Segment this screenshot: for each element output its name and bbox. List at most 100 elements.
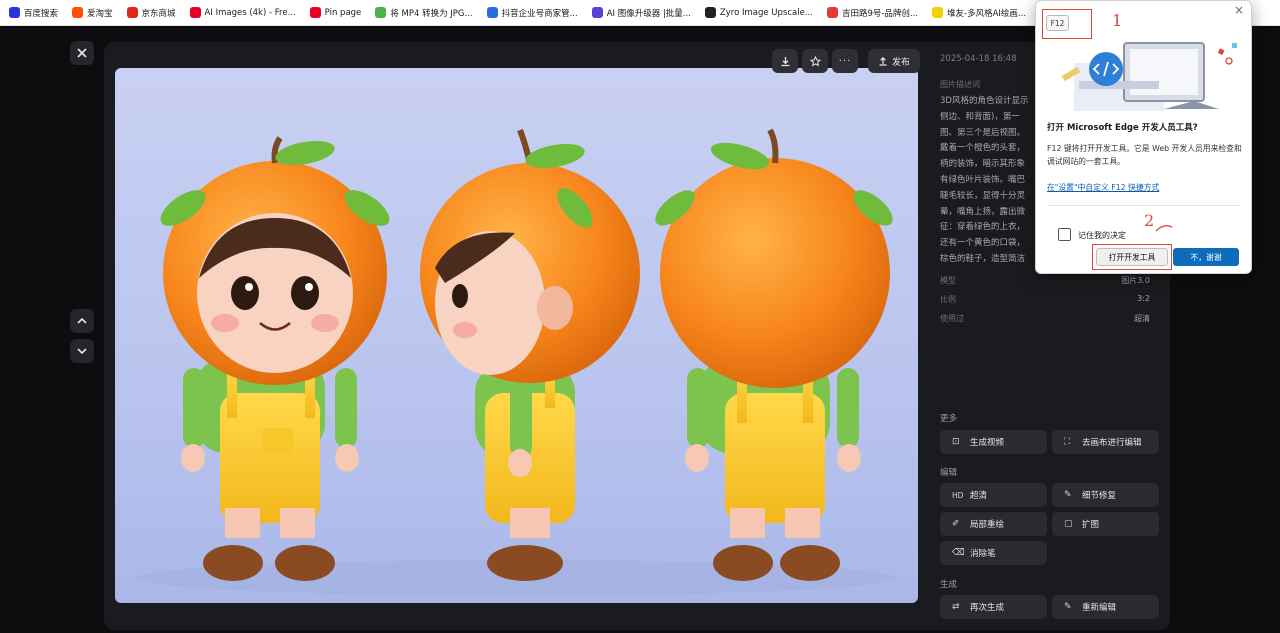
detail-repair-label: 细节修复 [1082, 491, 1117, 501]
customize-shortcut-link[interactable]: 在"设置"中自定义 F12 快捷方式 [1047, 182, 1159, 193]
expand-button[interactable]: ▢ 扩图 [1052, 512, 1159, 536]
bookmark-label: 吉田路9号-品牌创... [841, 8, 919, 19]
bookmark-label: 爱淘宝 [87, 8, 113, 19]
annotation-number-1: 1 [1112, 11, 1123, 30]
video-icon: ⊡ [952, 437, 960, 447]
bookmark-item[interactable]: 堆友-多风格AI绘画... [927, 2, 1031, 24]
remember-decision-checkbox[interactable] [1058, 228, 1071, 241]
used-value: 超清 [1134, 314, 1150, 323]
dialog-title: 打开 Microsoft Edge 开发人员工具? [1047, 123, 1198, 133]
model-row: 模型 图片3.0 [940, 275, 1150, 286]
bookmark-label: AI 图像升级器 |批量... [606, 8, 691, 19]
bookmark-label: Pin page [324, 7, 362, 18]
hd-button[interactable]: HD 超清 [940, 483, 1047, 507]
canvas-icon: ⛶ [1064, 437, 1071, 447]
bookmark-item[interactable]: 爱淘宝 [67, 2, 118, 24]
jd-icon [126, 7, 138, 18]
eraser-button[interactable]: ⌫ 消除笔 [940, 541, 1047, 565]
more-icon: ··· [838, 55, 852, 67]
bookmark-label: 堆友-多风格AI绘画... [947, 8, 1027, 19]
annotation-number-2: 2 [1144, 211, 1155, 230]
upscaler-icon [591, 7, 603, 18]
star-icon [809, 55, 821, 66]
used-label: 使用过 [940, 314, 964, 323]
model-value: 图片3.0 [1121, 276, 1150, 285]
zyro-icon [704, 7, 716, 18]
regenerate-label: 再次生成 [970, 603, 1005, 613]
chevron-up-icon [77, 317, 87, 324]
upload-icon [879, 56, 887, 66]
description-label: 图片描述词 [940, 80, 980, 89]
inpaint-button[interactable]: ✐ 局部重绘 [940, 512, 1047, 536]
regenerate-icon: ⇄ [952, 602, 960, 612]
edit-on-canvas-label: 去画布进行编辑 [1082, 438, 1142, 448]
no-thanks-button[interactable]: 不，谢谢 [1173, 248, 1239, 266]
more-button[interactable]: ··· [832, 49, 858, 73]
chevron-down-icon [77, 348, 87, 355]
generate-video-button[interactable]: ⊡ 生成视频 [940, 430, 1047, 454]
close-icon [77, 48, 87, 58]
generate-video-label: 生成视频 [970, 438, 1005, 448]
bookmark-item[interactable]: 京东商城 [122, 2, 181, 24]
expand-icon: ▢ [1064, 519, 1073, 529]
more-section-title: 更多 [940, 414, 958, 424]
next-image-button[interactable] [70, 339, 94, 363]
download-icon [781, 56, 789, 66]
dialog-body: F12 键将打开开发工具。它是 Web 开发人员用来检查和调试网站的一套工具。 [1047, 144, 1242, 166]
generated-image[interactable] [115, 68, 918, 603]
convert-icon [375, 7, 387, 18]
bookmark-label: AI Images (4k) - Fre... [204, 7, 296, 18]
bookmark-label: Zyro Image Upscale... [719, 7, 813, 18]
bookmark-item[interactable]: AI Images (4k) - Fre... [185, 2, 301, 24]
ratio-value: 3:2 [1137, 294, 1150, 303]
eraser-label: 消除笔 [970, 549, 996, 559]
bookmark-item[interactable]: AI 图像升级器 |批量... [587, 2, 696, 24]
regenerate-button[interactable]: ⇄ 再次生成 [940, 595, 1047, 619]
ratio-label: 比例 [940, 295, 956, 304]
inpaint-icon: ✐ [952, 519, 960, 529]
publish-button[interactable]: 发布 [868, 49, 920, 73]
generate-section-title: 生成 [940, 580, 958, 590]
taobao-icon [72, 7, 84, 18]
bookmark-item[interactable]: 抖音企业号商家管... [482, 2, 583, 24]
publish-label: 发布 [891, 57, 910, 68]
brush-icon: ✎ [1064, 490, 1072, 500]
edit-section-title: 编辑 [940, 468, 958, 478]
edit-on-canvas-button[interactable]: ⛶ 去画布进行编辑 [1052, 430, 1159, 454]
edit-icon: ✎ [1064, 602, 1072, 612]
ratio-row: 比例 3:2 [940, 294, 1150, 305]
bookmark-item[interactable]: Pin page [305, 2, 367, 24]
bookmark-item[interactable]: Zyro Image Upscale... [700, 2, 818, 24]
bookmark-item[interactable]: 百度搜索 [4, 2, 63, 24]
pin-icon [826, 7, 838, 18]
expand-label: 扩图 [1082, 520, 1100, 530]
bookmark-label: 将 MP4 转换为 JPG... [390, 8, 473, 19]
detail-repair-button[interactable]: ✎ 细节修复 [1052, 483, 1159, 507]
devtools-dialog: × F12 1 打开 Microsoft Edge 开发人员工具? F12 键将… [1035, 0, 1252, 274]
favorite-button[interactable] [802, 49, 828, 73]
bookmark-item[interactable]: 将 MP4 转换为 JPG... [370, 2, 477, 24]
duiyou-icon [932, 7, 944, 18]
pinterest-icon [189, 7, 201, 18]
created-date: 2025-04-18 16:48 [940, 54, 1017, 64]
previous-image-button[interactable] [70, 309, 94, 333]
close-button[interactable] [70, 41, 94, 65]
annotation-arrow [1155, 225, 1173, 232]
baidu-icon [9, 7, 20, 18]
eraser-icon: ⌫ [952, 548, 965, 558]
devtools-illustration [1061, 42, 1237, 111]
reedit-button[interactable]: ✎ 重新编辑 [1052, 595, 1159, 619]
hd-icon: HD [952, 490, 964, 500]
download-button[interactable] [772, 49, 798, 73]
reedit-label: 重新编辑 [1082, 603, 1117, 613]
used-row: 使用过 超清 [940, 313, 1150, 324]
bookmark-label: 抖音企业号商家管... [501, 8, 578, 19]
bookmark-item[interactable]: 吉田路9号-品牌创... [822, 2, 923, 24]
inpaint-label: 局部重绘 [970, 520, 1005, 530]
hd-label: 超清 [970, 491, 988, 501]
annotation-box-2 [1092, 244, 1172, 270]
model-label: 模型 [940, 276, 956, 285]
dialog-close-button[interactable]: × [1234, 3, 1244, 17]
character-turnaround-illustration [136, 128, 896, 596]
pinterest-icon [309, 7, 321, 18]
